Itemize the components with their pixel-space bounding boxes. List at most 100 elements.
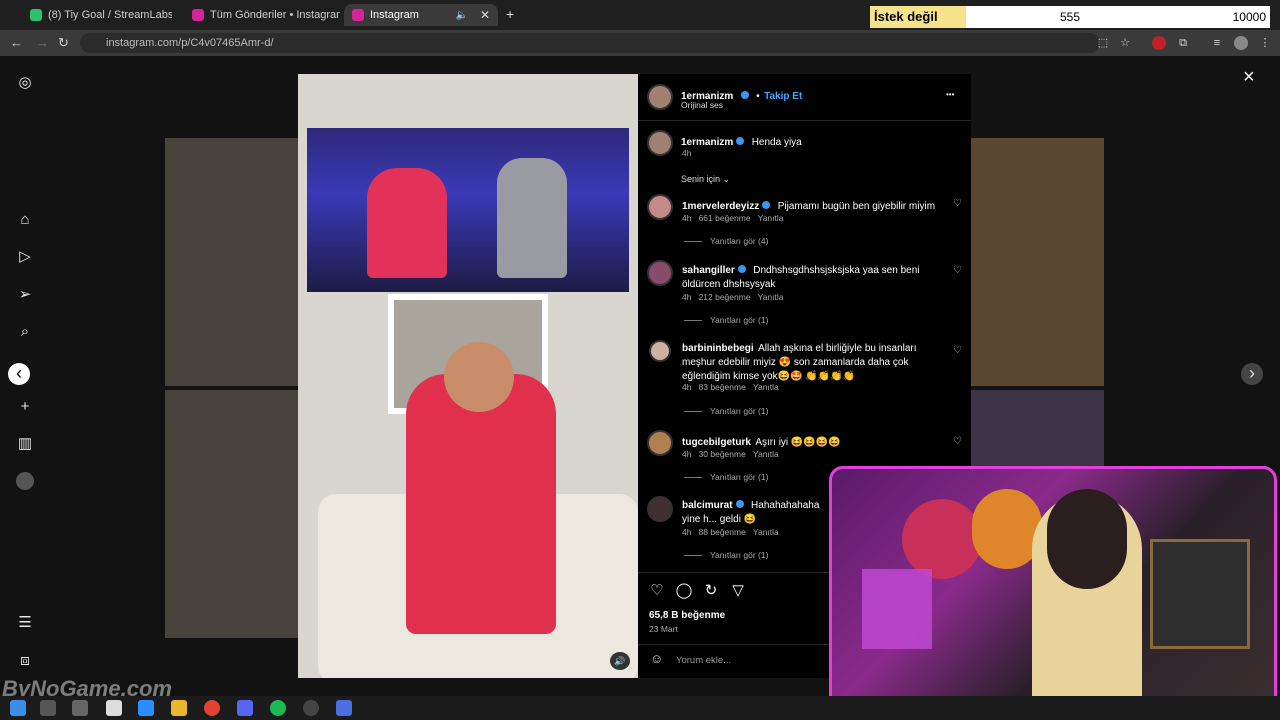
comment-likes[interactable]: 30 beğenme	[699, 449, 746, 459]
url-input[interactable]: instagram.com/p/C4v07465Amr-d/	[80, 33, 1100, 53]
extensions-puzzle-icon[interactable]: ⧉	[1176, 36, 1190, 50]
tab-streamlabs[interactable]: (8) Tiy Goal / StreamLabs	[22, 4, 172, 26]
comment-username[interactable]: balcimurat	[682, 500, 733, 511]
chrome-icon[interactable]	[204, 700, 220, 716]
new-tab-icon[interactable]: +	[506, 6, 514, 22]
tab-search-icon[interactable]: ≡	[1210, 36, 1224, 50]
like-comment-heart-icon[interactable]: ♡	[953, 436, 962, 447]
comment-username[interactable]: 1mervelerdeyizz	[682, 201, 759, 212]
like-heart-icon[interactable]: ♡	[648, 582, 666, 600]
comment-sort-dropdown[interactable]: Senin için ⌄	[681, 174, 730, 185]
tab-instagram-all-posts[interactable]: Tüm Gönderiler • Instagram ✕	[184, 4, 340, 26]
reload-icon[interactable]: ↻	[58, 35, 69, 51]
comment-input[interactable]: Yorum ekle...	[676, 655, 731, 666]
next-post-icon[interactable]: ›	[1241, 363, 1263, 385]
reels-icon[interactable]: ▷	[16, 248, 34, 266]
reply-button[interactable]: Yanıtla	[753, 527, 779, 537]
background-post-thumbnail[interactable]	[971, 390, 1104, 470]
audio-playing-icon[interactable]: 🔈	[455, 10, 467, 21]
install-app-icon[interactable]: ⬚	[1096, 36, 1110, 50]
background-post-thumbnail[interactable]	[165, 138, 298, 386]
spotify-icon[interactable]	[270, 700, 286, 716]
task-view-icon[interactable]	[72, 700, 88, 716]
audio-label[interactable]: Orijinal ses	[681, 100, 723, 110]
comment-likes[interactable]: 88 beğenme	[699, 527, 746, 537]
instagram-logo-icon[interactable]: ◎	[16, 74, 34, 92]
obs-icon[interactable]	[303, 700, 319, 716]
close-modal-icon[interactable]: ×	[1243, 66, 1255, 89]
background-post-thumbnail[interactable]	[971, 138, 1104, 386]
tab-instagram[interactable]: Instagram 🔈 ✕	[344, 4, 498, 26]
home-icon[interactable]: ⌂	[16, 211, 34, 229]
view-replies-button[interactable]: Yanıtları gör (4)	[684, 236, 768, 246]
extension-icon[interactable]	[1152, 36, 1166, 50]
comment-avatar[interactable]	[647, 496, 673, 522]
messages-icon[interactable]: ➢	[16, 286, 34, 304]
streamlabs-favicon-icon	[30, 9, 42, 21]
comment-body: sahangiller Dndhshsgdhshsjsksjska yaa se…	[682, 263, 944, 291]
follow-button[interactable]: Takip Et	[764, 91, 802, 102]
reply-button[interactable]: Yanıtla	[753, 382, 779, 392]
reply-button[interactable]: Yanıtla	[758, 213, 784, 223]
file-explorer-icon[interactable]	[171, 700, 187, 716]
profile-icon[interactable]	[16, 472, 34, 490]
comment-likes[interactable]: 83 beğenme	[699, 382, 746, 392]
reply-button[interactable]: Yanıtla	[758, 292, 784, 302]
comment-likes[interactable]: 661 beğenme	[699, 213, 751, 223]
caption-text: Henda yiya	[751, 137, 802, 148]
divider	[638, 120, 971, 121]
share-icon[interactable]: ↻	[702, 582, 720, 600]
emoji-icon[interactable]: ☺	[650, 651, 663, 666]
mute-icon[interactable]: 🔊	[610, 652, 630, 670]
discord-icon[interactable]	[237, 700, 253, 716]
search-icon[interactable]	[40, 700, 56, 716]
threads-icon[interactable]: ⧈	[16, 652, 34, 670]
comment-icon[interactable]: ◯	[675, 582, 693, 600]
send-icon[interactable]: ▽	[729, 582, 747, 600]
comment-avatar[interactable]	[649, 340, 671, 362]
search-icon[interactable]: ⌕	[16, 323, 34, 341]
stats-icon[interactable]: ▥	[16, 435, 34, 453]
view-replies-button[interactable]: Yanıtları gör (1)	[684, 550, 768, 560]
caption-username[interactable]: 1ermanizm	[681, 137, 733, 148]
background-post-thumbnail[interactable]	[165, 390, 298, 638]
browser-menu-icon[interactable]: ⋮	[1258, 36, 1272, 50]
goal-target: 10000	[1232, 10, 1266, 24]
close-tab-icon[interactable]: ✕	[480, 8, 490, 22]
comment-body: tugcebilgeturk Aşırı iyi 😆😆😆😆	[682, 432, 944, 450]
like-comment-heart-icon[interactable]: ♡	[953, 198, 962, 209]
create-icon[interactable]: +	[16, 398, 34, 416]
sort-label: Senin için	[681, 174, 721, 184]
app-icon[interactable]	[106, 700, 122, 716]
comment-avatar[interactable]	[647, 260, 673, 286]
author-avatar[interactable]	[647, 84, 673, 110]
like-comment-heart-icon[interactable]: ♡	[953, 345, 962, 356]
comment-username[interactable]: tugcebilgeturk	[682, 437, 751, 448]
view-replies-button[interactable]: Yanıtları gör (1)	[684, 315, 768, 325]
reply-button[interactable]: Yanıtla	[753, 449, 779, 459]
comment-likes[interactable]: 212 beğenme	[699, 292, 751, 302]
comment-time: 4h	[682, 382, 692, 392]
comment-username[interactable]: barbininbebegi	[682, 343, 754, 354]
view-replies-button[interactable]: Yanıtları gör (1)	[684, 406, 768, 416]
menu-icon[interactable]: ☰	[16, 614, 34, 632]
bookmark-star-icon[interactable]: ☆	[1118, 36, 1132, 50]
comment-avatar[interactable]	[647, 194, 673, 220]
comment-avatar[interactable]	[647, 430, 673, 456]
tab-label: (8) Tiy Goal / StreamLabs	[48, 9, 172, 21]
previous-post-icon[interactable]: ‹	[8, 363, 30, 385]
view-replies-button[interactable]: Yanıtları gör (1)	[684, 472, 768, 482]
profile-avatar[interactable]	[1234, 36, 1248, 50]
woman-figure	[367, 168, 447, 278]
comment-time: 4h	[682, 449, 692, 459]
zoom-icon[interactable]	[138, 700, 154, 716]
comment-username[interactable]: sahangiller	[682, 265, 735, 276]
start-icon[interactable]	[10, 700, 26, 716]
forward-icon[interactable]: →	[36, 35, 49, 50]
back-icon[interactable]: ←	[10, 35, 23, 50]
caption-avatar[interactable]	[647, 130, 673, 156]
app-icon[interactable]	[336, 700, 352, 716]
more-options-icon[interactable]: •••	[946, 90, 954, 99]
like-comment-heart-icon[interactable]: ♡	[953, 265, 962, 276]
likes-count[interactable]: 65,8 B beğenme	[649, 610, 725, 621]
